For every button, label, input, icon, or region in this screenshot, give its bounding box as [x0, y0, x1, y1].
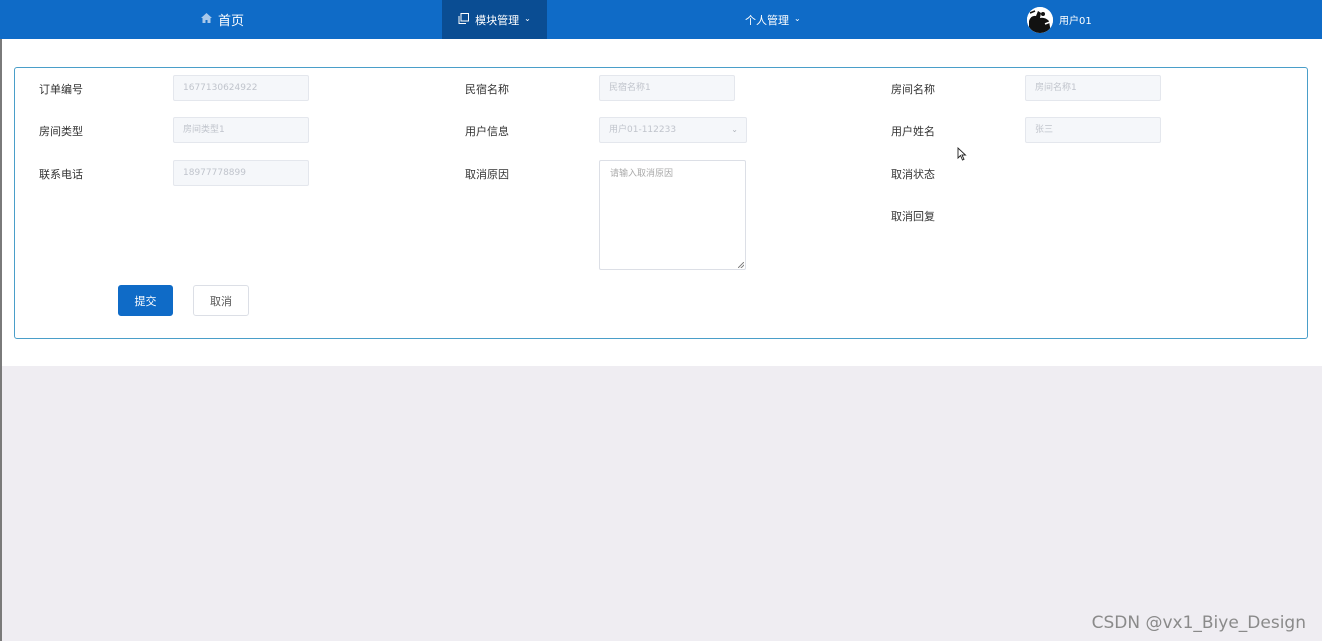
top-navbar: 首页 模块管理 ⌄ 个人管理 ⌄ 用户01: [0, 0, 1322, 39]
cancel-status-label: 取消状态: [891, 168, 935, 181]
homestay-name-label: 民宿名称: [465, 83, 509, 96]
chevron-down-icon: ⌄: [524, 14, 531, 23]
nav-home[interactable]: 首页: [201, 0, 244, 39]
nav-module-management[interactable]: 模块管理 ⌄: [442, 0, 547, 39]
cancel-button[interactable]: 取消: [193, 285, 249, 316]
user-info-value: 用户01-112233: [609, 125, 677, 135]
nav-home-label: 首页: [218, 14, 245, 29]
homestay-name-field[interactable]: 民宿名称1: [599, 75, 735, 101]
submit-button[interactable]: 提交: [118, 285, 173, 316]
mouse-cursor-icon: [957, 146, 967, 164]
room-name-label: 房间名称: [891, 83, 935, 96]
phone-field[interactable]: 18977778899: [173, 160, 309, 186]
cancel-reason-placeholder: 请输入取消原因: [610, 169, 674, 179]
home-icon: [201, 12, 212, 27]
cancel-reason-textarea[interactable]: 请输入取消原因: [599, 160, 746, 270]
avatar: [1027, 6, 1053, 33]
nav-personal-management[interactable]: 个人管理 ⌄: [745, 0, 801, 39]
user-info-label: 用户信息: [465, 125, 509, 138]
copy-icon: [458, 12, 470, 27]
chevron-down-icon: ⌄: [794, 14, 801, 23]
chevron-down-icon: ⌄: [731, 125, 738, 134]
phone-label: 联系电话: [39, 168, 83, 181]
watermark: CSDN @vx1_Biye_Design: [1091, 613, 1306, 633]
order-no-label: 订单编号: [39, 83, 83, 96]
nav-user-menu[interactable]: 用户01: [1027, 0, 1092, 39]
user-name-field[interactable]: 张三: [1025, 117, 1161, 143]
room-type-label: 房间类型: [39, 125, 83, 138]
user-info-select[interactable]: 用户01-112233 ⌄: [599, 117, 747, 143]
nav-personal-label: 个人管理: [745, 13, 789, 27]
nav-module-label: 模块管理: [475, 13, 520, 27]
room-type-field[interactable]: 房间类型1: [173, 117, 309, 143]
cancel-reason-label: 取消原因: [465, 168, 509, 181]
order-cancel-form: 订单编号 1677130624922 民宿名称 民宿名称1 房间名称 房间名称1…: [14, 67, 1308, 339]
nav-user-label: 用户01: [1059, 16, 1092, 27]
resize-handle-icon[interactable]: [738, 262, 744, 268]
cancel-reply-label: 取消回复: [891, 210, 935, 223]
main-content: 订单编号 1677130624922 民宿名称 民宿名称1 房间名称 房间名称1…: [2, 39, 1322, 366]
order-no-field[interactable]: 1677130624922: [173, 75, 309, 101]
room-name-field[interactable]: 房间名称1: [1025, 75, 1161, 101]
user-name-label: 用户姓名: [891, 125, 935, 138]
